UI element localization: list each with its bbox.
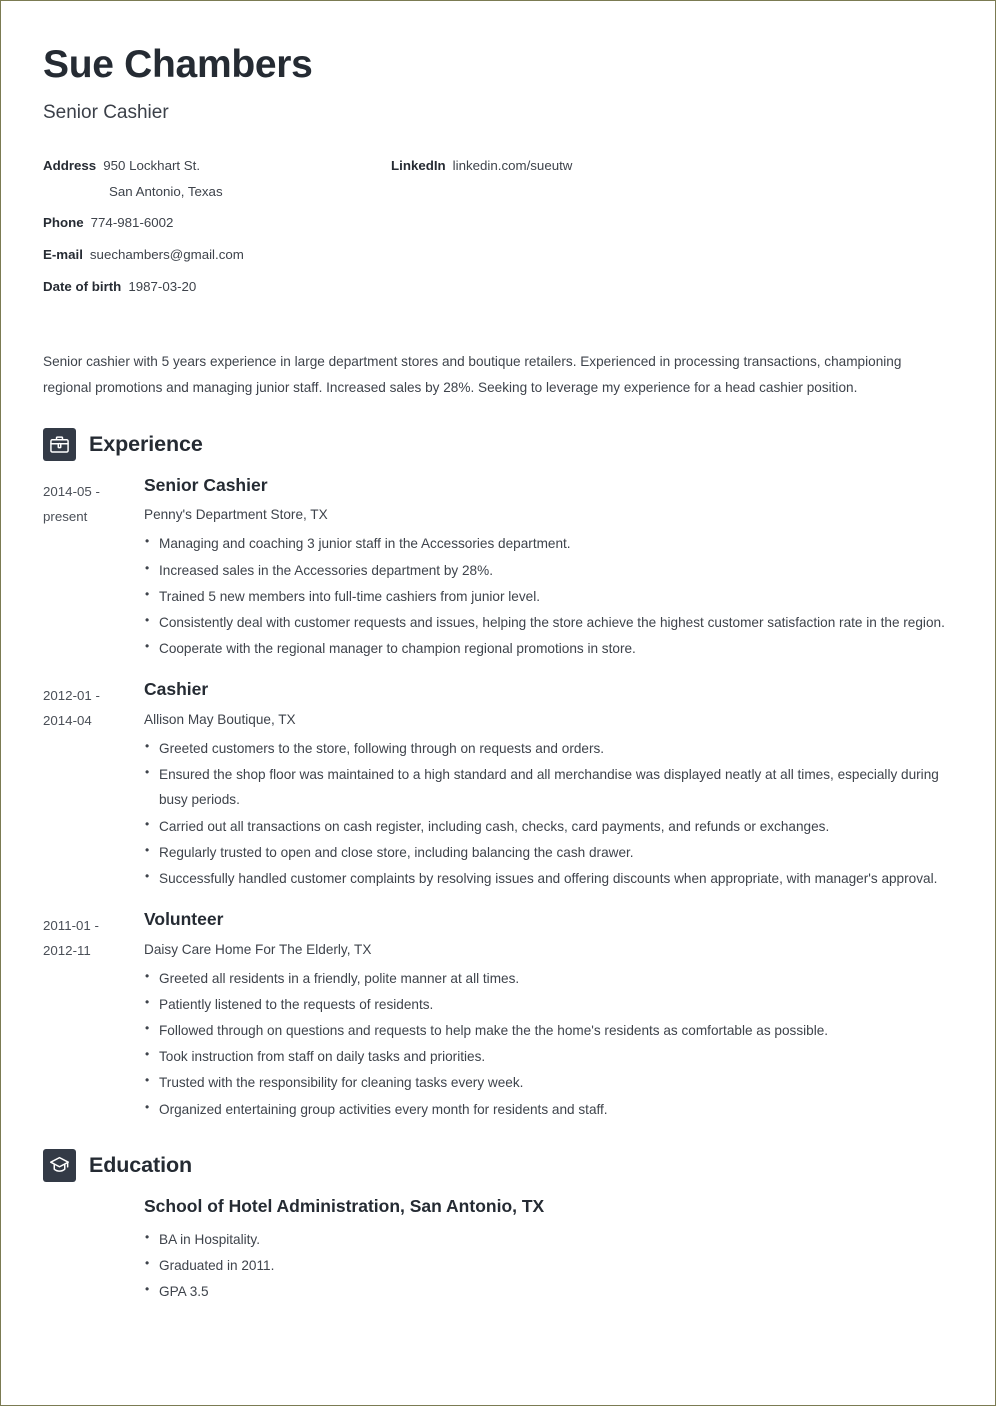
- section-title: Experience: [89, 431, 203, 456]
- entry-organization: Allison May Boutique, TX: [144, 712, 296, 728]
- list-item: Managing and coaching 3 junior staff in …: [144, 530, 957, 556]
- entry-title: School of Hotel Administration, San Anto…: [144, 1195, 545, 1216]
- entry-title: Senior Cashier: [144, 474, 268, 495]
- list-item: Increased sales in the Accessories depar…: [144, 557, 957, 583]
- contact-details: Address 950 Lockhart St. San Antonio, Te…: [43, 156, 965, 309]
- entry-bullet-list: Managing and coaching 3 junior staff in …: [144, 530, 957, 661]
- list-item: Consistently deal with customer requests…: [144, 609, 957, 635]
- list-item: Greeted customers to the store, followin…: [144, 735, 957, 761]
- resume-entry: 2014-05 - present Senior Cashier Penny's De…: [43, 475, 965, 663]
- contact-value-phone: 774-981-6002: [90, 215, 174, 231]
- resume-entry: School of Hotel Administration, San Anto…: [43, 1196, 965, 1305]
- list-item: Cooperate with the regional manager to c…: [144, 635, 957, 661]
- list-item: Ensured the shop floor was maintained to…: [144, 761, 957, 812]
- entry-bullet-list: BA in Hospitality.Graduated in 2011.GPA …: [144, 1226, 957, 1304]
- list-item: GPA 3.5: [144, 1278, 957, 1304]
- list-item: Regularly trusted to open and close stor…: [144, 839, 957, 865]
- list-item: BA in Hospitality.: [144, 1226, 957, 1252]
- resume-sections: Experience 2014-05 - present Senior Cashier…: [43, 427, 965, 1305]
- entry-date-end: 2014-04: [43, 713, 92, 729]
- briefcase-icon: [43, 427, 76, 461]
- section-title: Education: [89, 1152, 193, 1177]
- entry-body: Cashier Allison May Boutique, TX Greeted c…: [144, 679, 965, 892]
- header-job-title: Senior Cashier: [43, 101, 169, 123]
- list-item: Followed through on questions and reques…: [144, 1017, 957, 1043]
- section-heading: Experience: [43, 427, 965, 461]
- resume-content: Sue Chambers Senior Cashier Address 950 …: [1, 1, 995, 1305]
- entry-date-end: present: [43, 508, 88, 524]
- list-item: Greeted all residents in a friendly, pol…: [144, 965, 957, 991]
- list-item: Patiently listened to the requests of re…: [144, 991, 957, 1017]
- resume-page: Sue Chambers Senior Cashier Address 950 …: [0, 0, 996, 1406]
- summary-paragraph: Senior cashier with 5 years experience i…: [43, 353, 902, 396]
- entry-title: Cashier: [144, 679, 209, 700]
- entry-date-range: 2014-05 - present: [43, 475, 144, 530]
- resume-entry: 2012-01 - 2014-04 Cashier Allison May Bouti…: [43, 679, 965, 892]
- graduation-cap-icon: [43, 1148, 76, 1182]
- contact-label-linkedin: LinkedIn: [391, 157, 446, 173]
- page-title: Sue Chambers: [43, 43, 313, 86]
- entry-title: Volunteer: [144, 908, 224, 929]
- contact-value-address: 950 Lockhart St.: [103, 157, 201, 173]
- contact-value-address-line2: San Antonio, Texas: [109, 183, 223, 199]
- contact-value-dob: 1987-03-20: [128, 278, 197, 294]
- entry-organization: Daisy Care Home For The Elderly, TX: [144, 941, 372, 957]
- contact-row-linkedin: LinkedIn linkedin.com/sueutw: [391, 156, 965, 175]
- contact-label-address: Address: [43, 157, 97, 173]
- entry-organization: Penny's Department Store, TX: [144, 507, 328, 523]
- entry-date-range: [43, 1196, 144, 1200]
- contact-column-right: LinkedIn linkedin.com/sueutw: [391, 156, 965, 188]
- list-item: Took instruction from staff on daily tas…: [144, 1043, 957, 1069]
- entry-bullet-list: Greeted all residents in a friendly, pol…: [144, 965, 957, 1122]
- resume-entry: 2011-01 - 2012-11 Volunteer Daisy Care Home…: [43, 909, 965, 1123]
- entry-date-range: 2012-01 - 2014-04: [43, 679, 144, 734]
- contact-row-email: E-mail suechambers@gmail.com: [43, 245, 391, 264]
- entry-bullet-list: Greeted customers to the store, followin…: [144, 735, 957, 891]
- contact-value-email: suechambers@gmail.com: [89, 247, 244, 263]
- contact-row-address: Address 950 Lockhart St.: [43, 156, 391, 175]
- list-item: Carried out all transactions on cash reg…: [144, 812, 957, 839]
- entry-date-start: 2014-05 -: [43, 483, 100, 499]
- section-heading: Education: [43, 1148, 965, 1182]
- entry-date-end: 2012-11: [43, 943, 91, 959]
- entry-date-start: 2012-01 -: [43, 688, 100, 704]
- entry-body: Volunteer Daisy Care Home For The Elderly…: [144, 909, 965, 1123]
- contact-label-email: E-mail: [43, 247, 83, 263]
- entry-body: Senior Cashier Penny's Department Store, …: [144, 475, 965, 663]
- entry-body: School of Hotel Administration, San Anto…: [144, 1196, 965, 1305]
- contact-column-left: Address 950 Lockhart St. San Antonio, Te…: [43, 156, 391, 309]
- entry-date-range: 2011-01 - 2012-11: [43, 909, 144, 964]
- contact-label-dob: Date of birth: [43, 278, 122, 294]
- list-item: Organized entertaining group activities …: [144, 1096, 957, 1122]
- list-item: Trusted with the responsibility for clea…: [144, 1069, 957, 1095]
- contact-label-phone: Phone: [43, 215, 84, 231]
- list-item: Graduated in 2011.: [144, 1252, 957, 1278]
- list-item: Successfully handled customer complaints…: [144, 865, 957, 891]
- entry-date-start: 2011-01 -: [43, 917, 99, 933]
- list-item: Trained 5 new members into full-time cas…: [144, 583, 957, 609]
- contact-row-phone: Phone 774-981-6002: [43, 213, 391, 232]
- contact-value-linkedin[interactable]: linkedin.com/sueutw: [453, 156, 573, 175]
- contact-row-dob: Date of birth 1987-03-20: [43, 277, 391, 296]
